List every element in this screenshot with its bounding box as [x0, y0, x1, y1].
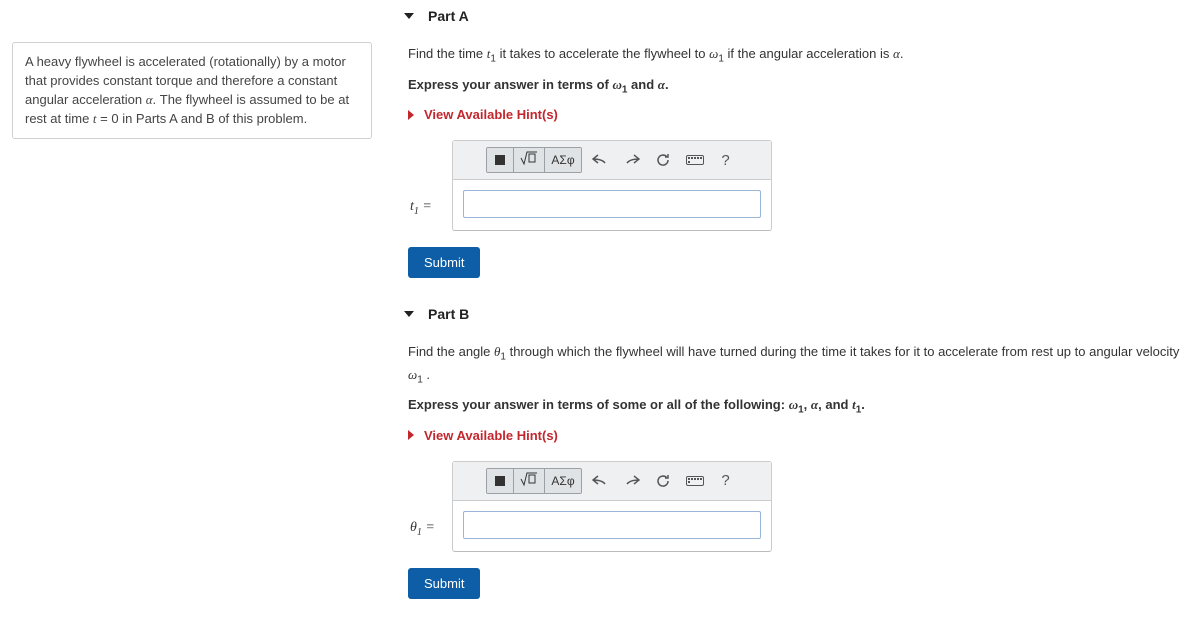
answer-toolbar: ΑΣφ — [453, 141, 771, 180]
root-icon — [520, 471, 538, 491]
caret-right-icon — [408, 110, 414, 120]
square-icon — [495, 155, 505, 165]
part-a-title: Part A — [428, 8, 469, 24]
help-button[interactable]: ? — [714, 148, 738, 172]
part-a-answer-panel: ΑΣφ — [452, 140, 772, 231]
answer-row — [453, 501, 771, 551]
root-icon — [520, 150, 538, 170]
part-a-express: Express your answer in terms of ω1 and α… — [408, 75, 1188, 98]
answer-toolbar: ΑΣφ — [453, 462, 771, 501]
symbols-button[interactable]: ΑΣφ — [544, 148, 580, 172]
part-b-answer-wrap: θ1 = — [452, 461, 1188, 552]
part-a-body: Find the time t1 it takes to accelerate … — [404, 44, 1188, 278]
fraction-root-button[interactable] — [513, 148, 544, 172]
part-b-title: Part B — [428, 306, 469, 322]
part-b-prompt: Find the angle θ1 through which the flyw… — [408, 342, 1188, 387]
part-b: Part B Find the angle θ1 through which t… — [404, 306, 1188, 599]
problem-column: A heavy flywheel is accelerated (rotatio… — [12, 8, 392, 627]
part-a: Part A Find the time t1 it takes to acce… — [404, 8, 1188, 278]
part-a-lhs: t1 = — [410, 199, 432, 217]
part-a-submit-button[interactable]: Submit — [408, 247, 480, 278]
help-button[interactable]: ? — [714, 469, 738, 493]
templates-group: ΑΣφ — [486, 468, 581, 494]
part-a-prompt: Find the time t1 it takes to accelerate … — [408, 44, 1188, 67]
keyboard-button[interactable] — [680, 469, 710, 493]
part-b-lhs: θ1 = — [410, 520, 435, 538]
reset-button[interactable] — [650, 148, 676, 172]
parts-column: Part A Find the time t1 it takes to acce… — [392, 8, 1188, 627]
part-a-answer-input[interactable] — [463, 190, 761, 218]
part-b-header[interactable]: Part B — [404, 306, 1188, 322]
templates-group: ΑΣφ — [486, 147, 581, 173]
part-a-answer-wrap: t1 = — [452, 140, 1188, 231]
redo-button[interactable] — [618, 148, 646, 172]
keyboard-icon — [686, 155, 704, 165]
part-b-body: Find the angle θ1 through which the flyw… — [404, 342, 1188, 599]
symbols-button[interactable]: ΑΣφ — [544, 469, 580, 493]
part-a-hints[interactable]: View Available Hint(s) — [408, 107, 1188, 122]
caret-right-icon — [408, 430, 414, 440]
part-b-express: Express your answer in terms of some or … — [408, 395, 1188, 418]
undo-button[interactable] — [586, 148, 614, 172]
keyboard-icon — [686, 476, 704, 486]
part-b-answer-input[interactable] — [463, 511, 761, 539]
part-a-header[interactable]: Part A — [404, 8, 1188, 24]
square-icon — [495, 476, 505, 486]
keyboard-button[interactable] — [680, 148, 710, 172]
problem-statement: A heavy flywheel is accelerated (rotatio… — [12, 42, 372, 139]
hints-label: View Available Hint(s) — [424, 107, 558, 122]
hints-label: View Available Hint(s) — [424, 428, 558, 443]
caret-down-icon — [404, 311, 414, 317]
reset-button[interactable] — [650, 469, 676, 493]
fraction-root-button[interactable] — [513, 469, 544, 493]
problem-text: A heavy flywheel is accelerated (rotatio… — [25, 54, 349, 126]
answer-row — [453, 180, 771, 230]
redo-button[interactable] — [618, 469, 646, 493]
part-b-answer-panel: ΑΣφ — [452, 461, 772, 552]
template-button[interactable] — [487, 469, 513, 493]
template-button[interactable] — [487, 148, 513, 172]
part-b-hints[interactable]: View Available Hint(s) — [408, 428, 1188, 443]
caret-down-icon — [404, 13, 414, 19]
part-b-submit-button[interactable]: Submit — [408, 568, 480, 599]
page-root: A heavy flywheel is accelerated (rotatio… — [0, 0, 1200, 635]
undo-button[interactable] — [586, 469, 614, 493]
